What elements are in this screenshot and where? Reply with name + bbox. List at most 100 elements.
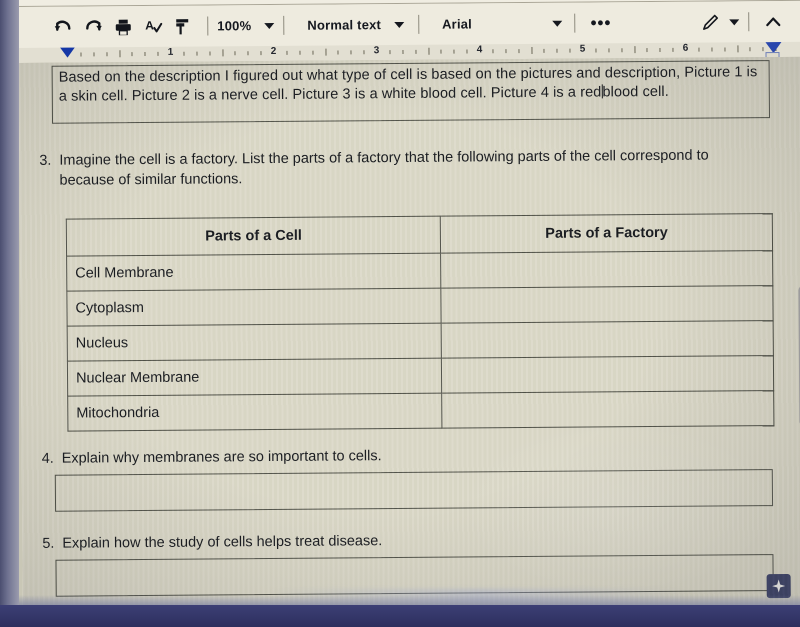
ruler-tick	[595, 48, 597, 53]
question-3: 3. Imagine the cell is a factory. List t…	[33, 145, 773, 191]
ruler-tick	[337, 50, 339, 55]
ruler-tick	[569, 48, 571, 53]
table-cell-factory-answer[interactable]	[441, 390, 774, 429]
more-options-button[interactable]: •••	[586, 8, 616, 38]
question-5-number: 5.	[42, 535, 55, 552]
ruler-tick	[762, 47, 764, 52]
paragraph-style-value: Normal text	[307, 17, 382, 33]
table-cell-part-name: Nucleus	[67, 323, 442, 362]
ruler-tick	[440, 49, 442, 54]
ruler-label: 2	[270, 45, 277, 58]
spellcheck-icon[interactable]: A	[138, 11, 168, 41]
paragraph-style-control[interactable]: Normal text	[307, 17, 405, 33]
table-cell-part-name: Mitochondria	[67, 393, 443, 432]
chevron-down-icon[interactable]	[264, 22, 275, 29]
sparkle-icon	[772, 579, 786, 593]
table-row: Mitochondria	[67, 390, 774, 432]
ruler-label: 1	[167, 46, 174, 58]
ruler-tick	[646, 48, 648, 53]
zoom-control[interactable]: 100%	[217, 18, 275, 34]
ruler-tick	[518, 49, 520, 54]
table-cell-part-name: Cytoplasm	[66, 288, 442, 327]
table-header-parts-of-a-cell: Parts of a Cell	[66, 216, 441, 257]
device-bezel-left	[0, 0, 19, 627]
ruler-tick	[608, 48, 610, 53]
ruler-tick	[556, 48, 558, 53]
toolbar: A 100% Normal text Arial •••	[18, 0, 800, 48]
ruler-tick	[711, 47, 713, 52]
toolbar-divider-4	[573, 13, 576, 33]
ruler-tick	[131, 52, 133, 57]
font-family-value: Arial	[442, 16, 473, 32]
pencil-icon[interactable]	[695, 7, 725, 37]
toolbar-divider-1	[207, 16, 209, 36]
left-indent-marker[interactable]	[59, 46, 76, 58]
ruler-tick	[234, 51, 236, 56]
table-cell-factory-answer[interactable]	[441, 320, 774, 359]
table-cell-part-name: Cell Membrane	[66, 253, 442, 292]
ruler-tick	[749, 47, 751, 52]
ruler-tick	[492, 49, 494, 54]
ruler-tick	[415, 49, 417, 54]
ruler-tick	[144, 51, 146, 57]
table-row: Nucleus	[67, 320, 774, 362]
ruler-tick	[221, 49, 224, 57]
ruler-tick	[209, 51, 211, 56]
redo-icon[interactable]	[78, 12, 108, 42]
table-header-row: Parts of a Cell Parts of a Factory	[66, 213, 773, 257]
chevron-down-icon[interactable]	[729, 18, 740, 25]
ruler-tick	[299, 50, 301, 55]
question-3-text: Imagine the cell is a factory. List the …	[59, 147, 709, 189]
toolbar-divider-3	[417, 14, 420, 34]
question-4-number: 4.	[41, 450, 54, 467]
more-dots-icon: •••	[590, 12, 612, 33]
ruler-tick	[93, 52, 95, 57]
answer-box-question-2[interactable]: Based on the description I figured out w…	[51, 60, 771, 124]
ruler-tick	[698, 47, 700, 52]
answer-text-after-caret: blood cell.	[602, 83, 669, 101]
cell-factory-table: Parts of a Cell Parts of a Factory Cell …	[66, 213, 775, 432]
toolbar-divider-5	[748, 12, 750, 32]
ruler-tick	[350, 50, 352, 55]
question-5: 5. Explain how the study of cells helps …	[36, 528, 776, 554]
ruler-tick	[324, 48, 327, 56]
ruler-tick	[672, 47, 674, 52]
ruler-label: 5	[579, 43, 586, 55]
collapse-menus-button[interactable]	[758, 6, 788, 36]
chevron-down-icon[interactable]	[394, 21, 405, 28]
ruler-label: 6	[682, 42, 689, 54]
table-header-parts-of-a-factory: Parts of a Factory	[440, 213, 773, 254]
ruler-tick	[633, 46, 635, 54]
device-bezel-fade	[0, 595, 800, 605]
question-4-text: Explain why membranes are so important t…	[61, 448, 382, 467]
document-page: Based on the description I figured out w…	[18, 56, 800, 623]
ruler-tick	[286, 50, 288, 55]
ruler-tick	[427, 47, 430, 55]
table-cell-part-name: Nuclear Membrane	[67, 358, 442, 397]
ruler-tick	[196, 51, 198, 56]
ruler-tick	[157, 51, 159, 56]
ruler-tick	[543, 48, 545, 53]
answer-text-question-2: Based on the description I figured out w…	[59, 63, 763, 107]
ruler-label: 4	[476, 44, 483, 56]
ruler-tick	[659, 47, 661, 52]
undo-icon[interactable]	[48, 12, 78, 42]
table-cell-factory-answer[interactable]	[441, 285, 774, 324]
font-family-control[interactable]: Arial	[442, 16, 562, 32]
chevron-down-icon[interactable]	[551, 20, 562, 27]
table-cell-factory-answer[interactable]	[440, 250, 773, 289]
screen-content: File Edit View	[18, 0, 800, 627]
ruler-tick	[247, 51, 249, 56]
paint-format-icon[interactable]	[168, 11, 198, 41]
ruler-tick	[260, 51, 262, 56]
ruler-tick	[183, 51, 185, 56]
zoom-value: 100%	[217, 18, 252, 34]
table-cell-factory-answer[interactable]	[441, 355, 774, 394]
ruler-tick	[363, 50, 365, 55]
print-icon[interactable]	[108, 12, 138, 42]
ruler-tick	[453, 49, 455, 54]
edit-mode-control[interactable]	[695, 7, 740, 37]
answer-box-question-4[interactable]	[54, 469, 774, 512]
ruler-tick	[621, 48, 623, 53]
